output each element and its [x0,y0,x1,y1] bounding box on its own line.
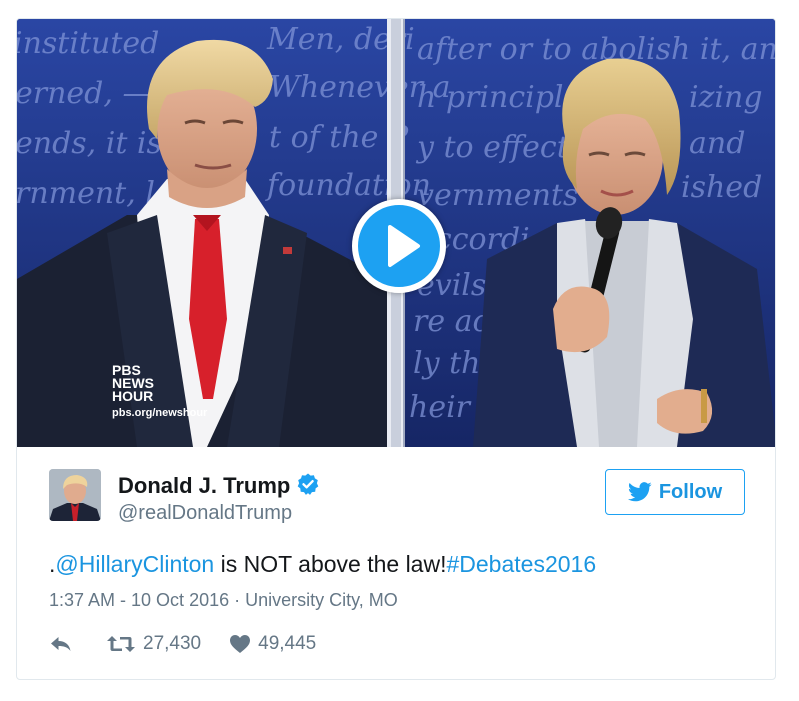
backdrop-text: ished [681,170,762,205]
play-icon [388,225,420,267]
tweet-text: .@HillaryClinton is NOT above the law!#D… [49,551,596,578]
screen-name[interactable]: @realDonaldTrump [118,502,292,525]
verified-badge-icon [298,473,319,495]
play-button[interactable] [352,199,446,293]
backdrop-text: foundation [265,168,431,203]
reply-icon [51,637,71,651]
backdrop-text: instituted [17,26,159,61]
location-link[interactable]: University City, MO [245,590,398,610]
twitter-bird-icon [627,482,652,502]
metadata-separator: · [229,590,246,610]
avatar[interactable] [49,469,101,521]
avatar-image [49,469,101,521]
pbs-logo: PBS NEWS HOUR [112,362,154,404]
watermark-url: pbs.org/newshour [112,407,208,419]
pbs-newshour-watermark: PBS NEWS HOUR pbs.org/newshour [112,362,208,419]
reply-button[interactable] [49,634,80,654]
follow-label: Follow [658,480,723,503]
backdrop-text: izing [689,80,763,115]
timestamp-link[interactable]: 1:37 AM - 10 Oct 2016 [49,590,229,610]
display-name-text: Donald J. Trump [118,473,291,498]
heart-icon [230,635,251,653]
backdrop-text: h principle [417,80,581,115]
embedded-tweet-card[interactable]: instituted Men, deri after or to abolish… [16,18,776,680]
display-name[interactable]: Donald J. Trump [118,472,320,499]
like-count: 49,445 [258,633,317,654]
follow-button[interactable]: Follow [605,469,745,515]
tweet-body: is NOT above the law! [214,551,447,577]
retweet-button[interactable]: 27,430 [106,633,201,655]
backdrop-text: y to effect [415,130,570,165]
backdrop-text: erned, — [17,76,152,111]
retweet-icon [107,636,135,652]
tweet-actions: 27,430 49,445 [49,631,316,657]
mention-link[interactable]: @HillaryClinton [55,551,214,577]
hashtag-link[interactable]: #Debates2016 [446,551,596,577]
backdrop-text: after or to abolish it, and to [417,32,776,67]
video-thumbnail[interactable]: instituted Men, deri after or to abolish… [17,19,776,447]
tweet-metadata: 1:37 AM - 10 Oct 2016 · University City,… [49,590,398,611]
retweet-count: 27,430 [143,633,202,654]
like-button[interactable]: 49,445 [229,633,316,655]
backdrop-text: and [689,126,745,161]
backdrop-text: ends, it is [17,126,162,161]
